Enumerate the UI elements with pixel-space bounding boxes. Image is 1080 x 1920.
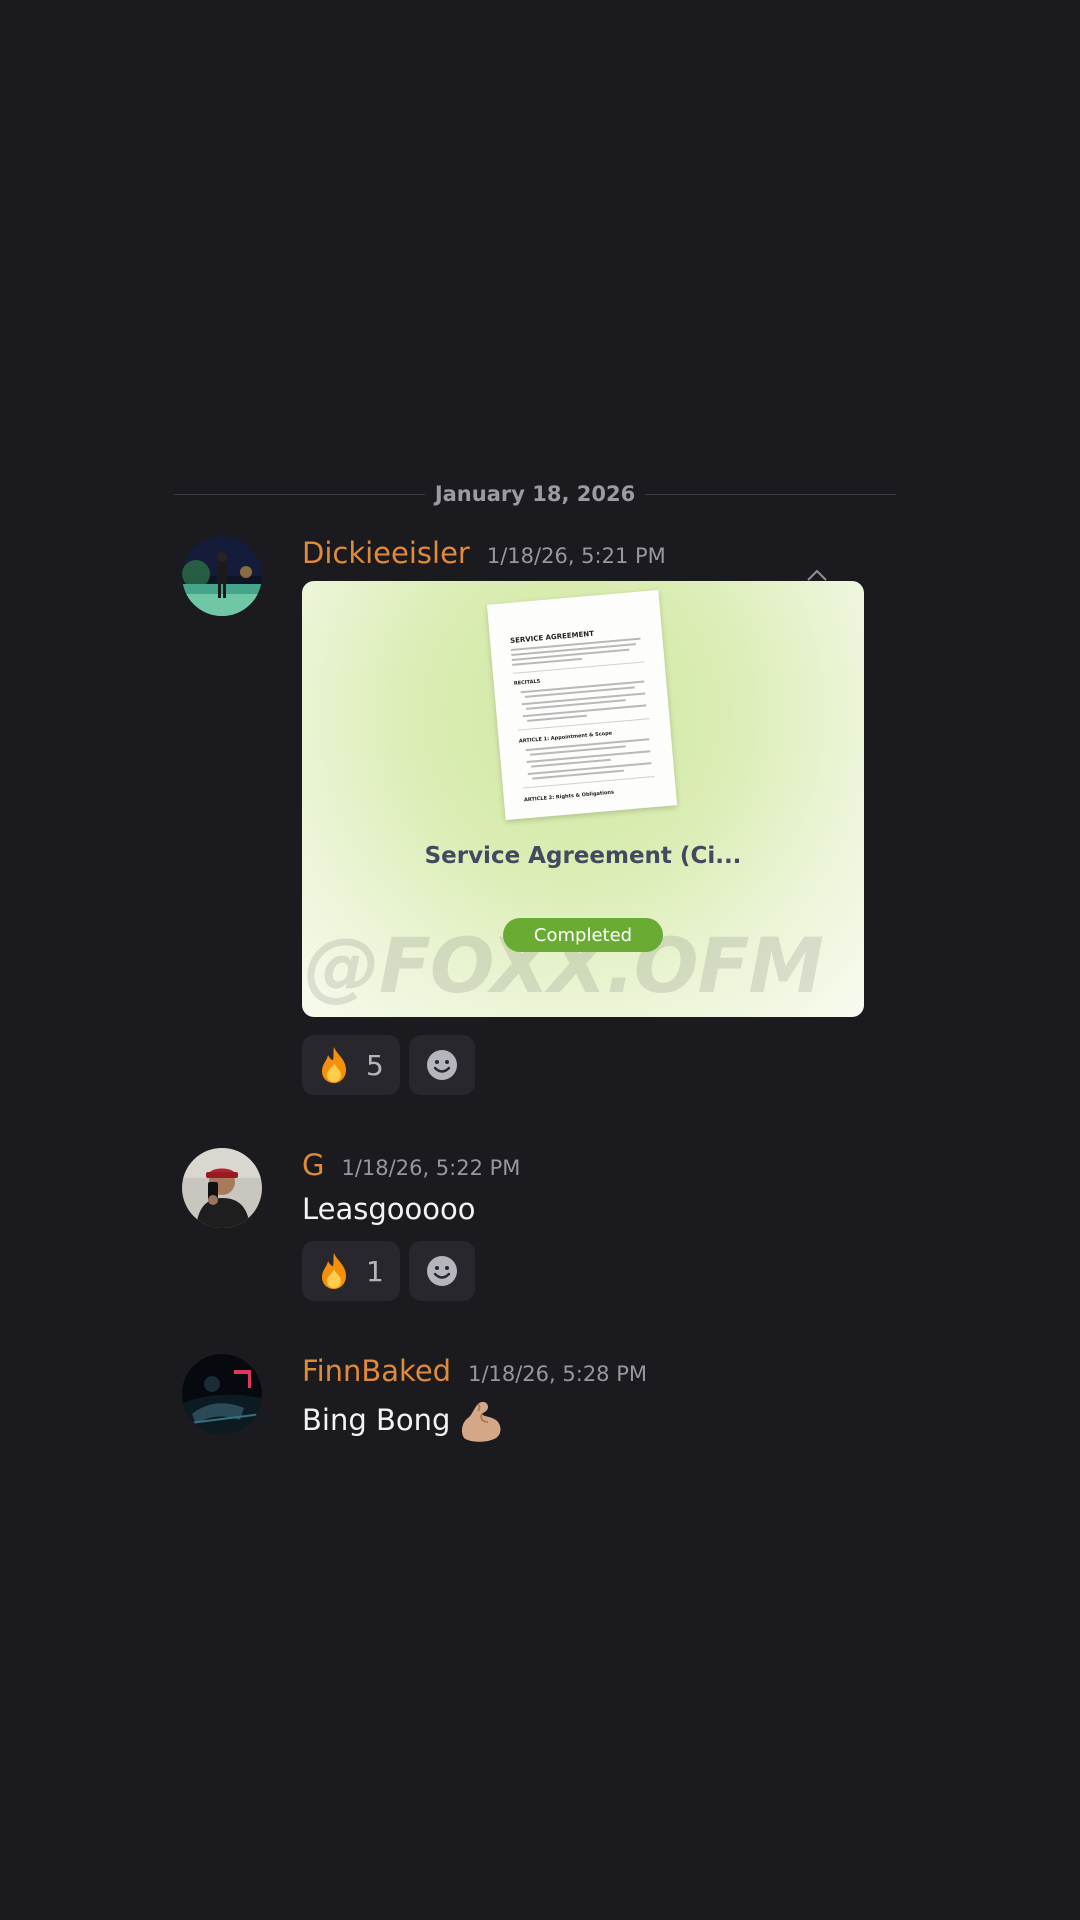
- reaction-fire[interactable]: 1: [302, 1241, 400, 1301]
- avatar-image: [182, 536, 262, 616]
- doc-section-3: ARTICLE 2: Rights & Obligations: [524, 790, 614, 804]
- avatar-image: [182, 1148, 262, 1228]
- flexed-biceps-icon: [462, 1401, 501, 1442]
- attachment-title: Service Agreement (Ci...: [424, 843, 742, 869]
- timestamp: 1/18/26, 5:28 PM: [468, 1362, 647, 1386]
- avatar[interactable]: [182, 1148, 262, 1228]
- add-reaction-button[interactable]: [408, 1035, 475, 1095]
- doc-section-2: ARTICLE 1: Appointment & Scope: [519, 730, 613, 744]
- username[interactable]: Dickieeisler: [302, 536, 470, 570]
- username[interactable]: G: [302, 1148, 324, 1182]
- document-attachment-card[interactable]: SERVICE AGREEMENT RECITALS ARTICLE 1: Ap…: [302, 581, 864, 1017]
- reaction-count: 5: [366, 1048, 384, 1082]
- avatar[interactable]: [182, 1354, 262, 1434]
- message-header: G 1/18/26, 5:22 PM: [302, 1148, 520, 1182]
- divider-line-right: [645, 493, 896, 495]
- avatar[interactable]: [182, 536, 262, 616]
- document-preview-image: SERVICE AGREEMENT RECITALS ARTICLE 1: Ap…: [510, 630, 655, 804]
- message-text: Leasgooooo: [302, 1192, 476, 1226]
- doc-heading: SERVICE AGREEMENT: [510, 630, 595, 645]
- fire-icon: [322, 1047, 346, 1083]
- reaction-fire[interactable]: 5: [302, 1035, 400, 1095]
- timestamp: 1/18/26, 5:21 PM: [486, 544, 666, 568]
- doc-section-1: RECITALS: [514, 679, 541, 687]
- message-text: Bing Bong: [302, 1403, 451, 1437]
- add-reaction-smiley-icon: [426, 1256, 457, 1286]
- status-badge: Completed: [503, 918, 663, 952]
- fire-icon: [322, 1253, 346, 1289]
- avatar-image: [182, 1354, 262, 1434]
- reactions-bar: 5: [302, 1035, 475, 1095]
- timestamp: 1/18/26, 5:22 PM: [341, 1156, 521, 1180]
- message-header: FinnBaked 1/18/26, 5:28 PM: [302, 1354, 647, 1388]
- reaction-count: 1: [366, 1254, 384, 1288]
- close-icon[interactable]: [806, 566, 828, 582]
- username[interactable]: FinnBaked: [302, 1354, 451, 1388]
- add-reaction-smiley-icon: [426, 1050, 457, 1080]
- message-text-row: Bing Bong: [302, 1398, 504, 1442]
- add-reaction-button[interactable]: [408, 1241, 475, 1301]
- date-divider-label: January 18, 2026: [434, 482, 636, 506]
- date-divider: January 18, 2026: [174, 480, 896, 508]
- message-header: Dickieeisler 1/18/26, 5:21 PM: [302, 536, 666, 570]
- document-preview: SERVICE AGREEMENT RECITALS ARTICLE 1: Ap…: [486, 589, 678, 821]
- divider-line-left: [174, 493, 425, 495]
- reactions-bar: 1: [302, 1241, 475, 1301]
